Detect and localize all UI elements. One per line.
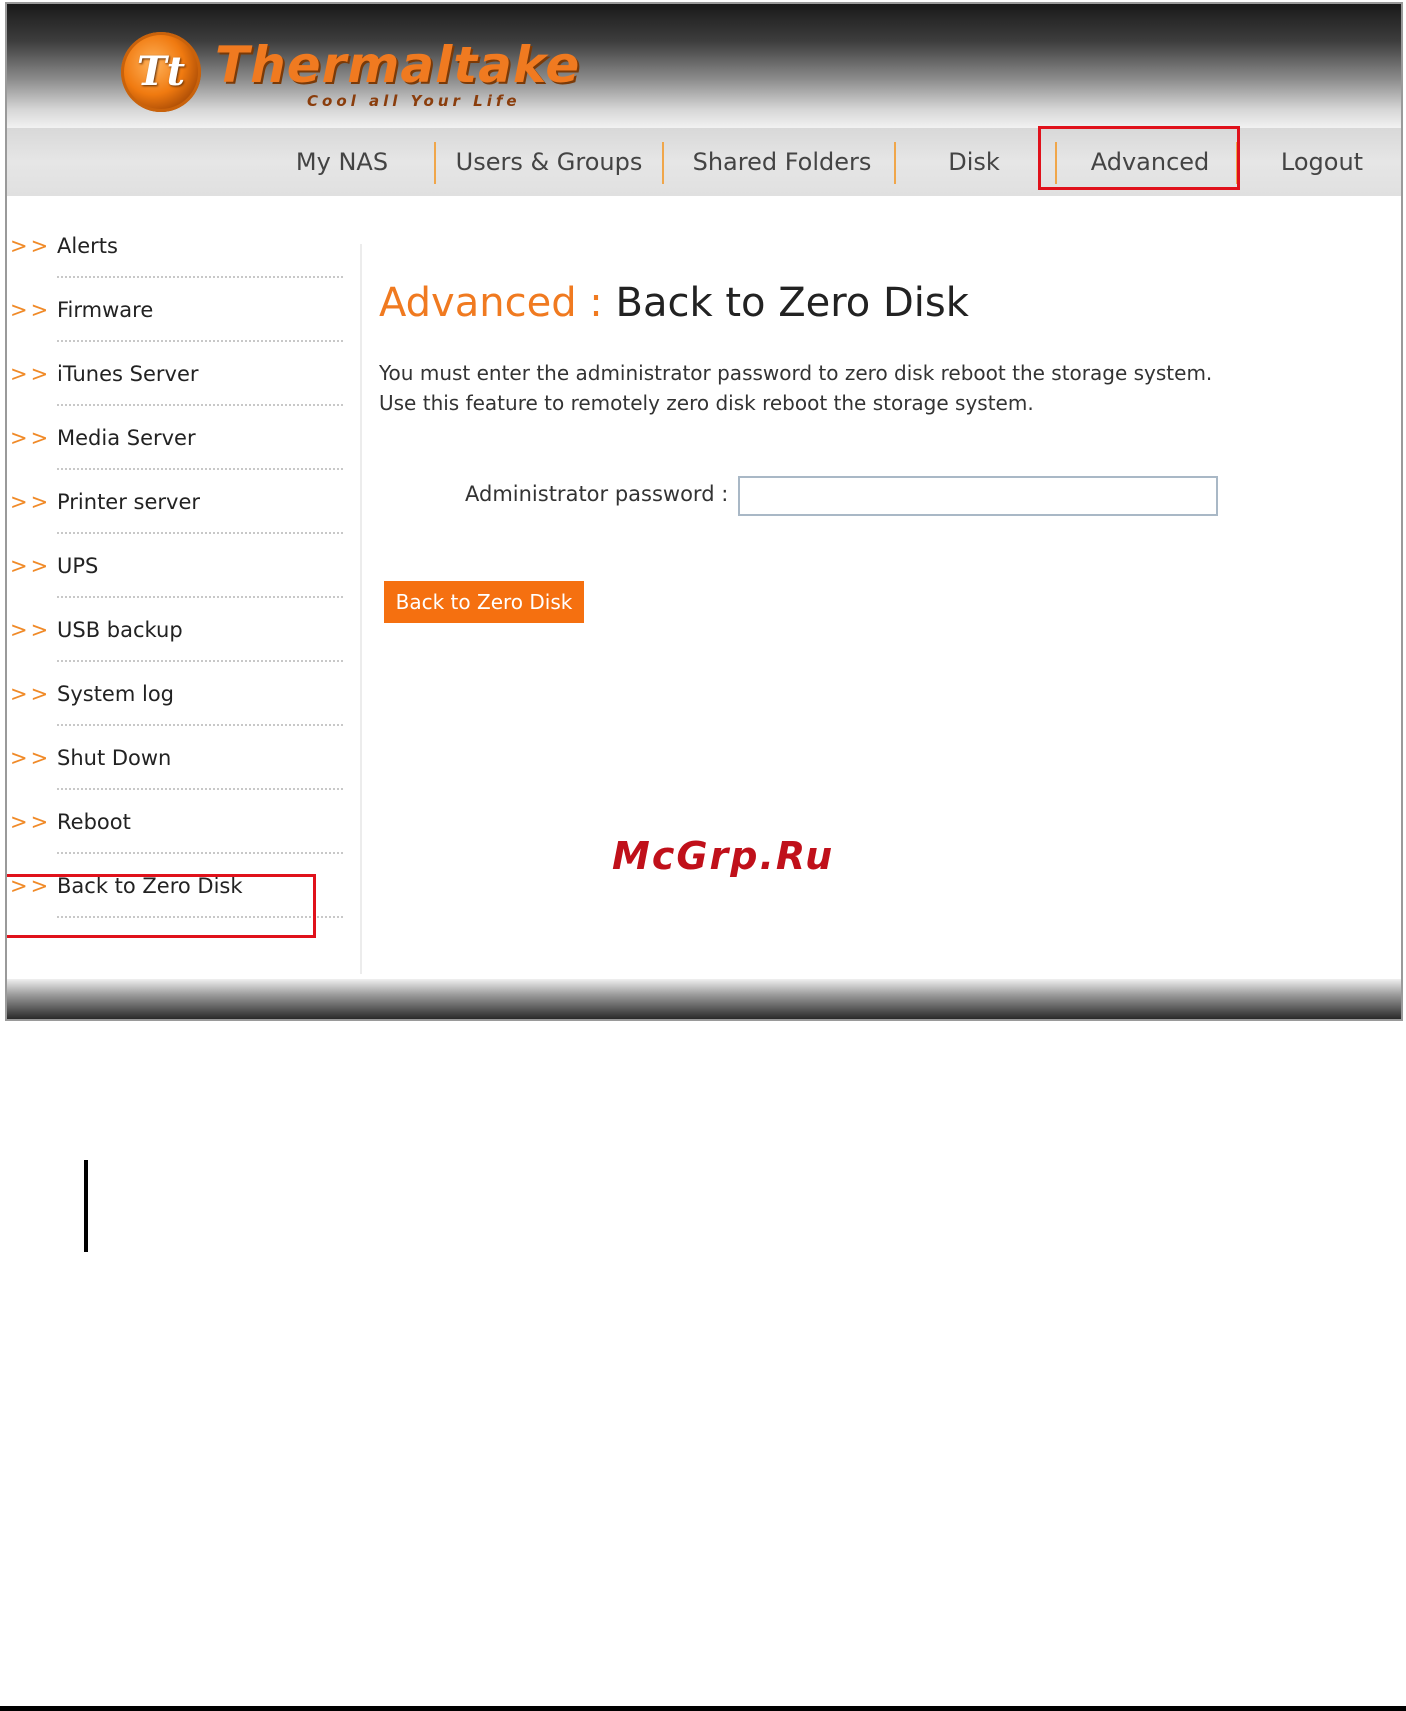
nav-shared-folders[interactable]: Shared Folders xyxy=(672,128,892,196)
nav-separator xyxy=(894,142,896,184)
page-bottom-rule xyxy=(0,1706,1406,1711)
nav-logout[interactable]: Logout xyxy=(1247,128,1397,196)
nav-my-nas[interactable]: My NAS xyxy=(257,128,427,196)
sidebar-item-label: USB backup xyxy=(57,618,183,642)
password-label: Administrator password : xyxy=(465,482,729,506)
description-line-2: Use this feature to remotely zero disk r… xyxy=(379,391,1034,415)
document-change-bar xyxy=(84,1160,88,1252)
nas-admin-window: Tt Thermaltake Cool all Your Life My NAS… xyxy=(5,2,1403,1021)
sidebar-arrow: >> xyxy=(10,490,52,514)
sidebar-item-label: System log xyxy=(57,682,174,706)
sidebar-item-label: Reboot xyxy=(57,810,131,834)
sidebar-item-usb-backup[interactable]: >> USB backup xyxy=(7,618,347,682)
sidebar-item-reboot[interactable]: >> Reboot xyxy=(7,810,347,874)
sidebar-arrow: >> xyxy=(10,234,52,258)
sidebar-item-media-server[interactable]: >> Media Server xyxy=(7,426,347,490)
footer-bar xyxy=(7,979,1401,1019)
sidebar-item-shut-down[interactable]: >> Shut Down xyxy=(7,746,347,810)
logo-tagline: Cool all Your Life xyxy=(307,92,521,110)
page-title-name: Back to Zero Disk xyxy=(615,280,969,326)
nav-advanced-highlight xyxy=(1038,126,1240,190)
watermark: McGrp.Ru xyxy=(612,834,835,878)
sidebar-arrow: >> xyxy=(10,810,52,834)
sidebar-divider xyxy=(57,660,343,662)
content-divider xyxy=(360,244,362,974)
sidebar-item-alerts[interactable]: >> Alerts xyxy=(7,234,347,298)
sidebar-item-firmware[interactable]: >> Firmware xyxy=(7,298,347,362)
sidebar-item-label: Shut Down xyxy=(57,746,172,770)
admin-password-input[interactable] xyxy=(738,476,1218,516)
sidebar-item-label: iTunes Server xyxy=(57,362,199,386)
sidebar-item-label: Alerts xyxy=(57,234,118,258)
sidebar-divider xyxy=(57,340,343,342)
nav-disk[interactable]: Disk xyxy=(904,128,1044,196)
sidebar-divider xyxy=(57,404,343,406)
sidebar-selected-highlight xyxy=(7,874,316,938)
sidebar-divider xyxy=(57,468,343,470)
sidebar-divider xyxy=(57,276,343,278)
sidebar-item-printer-server[interactable]: >> Printer server xyxy=(7,490,347,554)
sidebar-divider xyxy=(57,724,343,726)
logo-mark-icon: Tt xyxy=(121,32,201,112)
sidebar-item-label: UPS xyxy=(57,554,99,578)
nav-users-groups[interactable]: Users & Groups xyxy=(444,128,654,196)
sidebar-arrow: >> xyxy=(10,298,52,322)
sidebar-arrow: >> xyxy=(10,682,52,706)
page-description: You must enter the administrator passwor… xyxy=(379,358,1212,418)
sidebar-item-ups[interactable]: >> UPS xyxy=(7,554,347,618)
thermaltake-logo: Tt Thermaltake Cool all Your Life xyxy=(117,26,587,116)
sidebar-divider xyxy=(57,532,343,534)
back-to-zero-disk-button[interactable]: Back to Zero Disk xyxy=(384,581,584,623)
sidebar-item-system-log[interactable]: >> System log xyxy=(7,682,347,746)
nav-separator xyxy=(662,142,664,184)
sidebar-divider xyxy=(57,852,343,854)
page-title-section: Advanced : xyxy=(379,280,603,326)
sidebar-divider xyxy=(57,788,343,790)
sidebar-divider xyxy=(57,596,343,598)
header-banner: Tt Thermaltake Cool all Your Life xyxy=(7,4,1401,128)
logo-wordmark: Thermaltake xyxy=(215,36,581,94)
nav-separator xyxy=(434,142,436,184)
sidebar-item-label: Printer server xyxy=(57,490,201,514)
sidebar-item-label: Media Server xyxy=(57,426,196,450)
description-line-1: You must enter the administrator passwor… xyxy=(379,361,1213,385)
sidebar-item-itunes-server[interactable]: >> iTunes Server xyxy=(7,362,347,426)
sidebar-item-label: Firmware xyxy=(57,298,154,322)
sidebar-arrow: >> xyxy=(10,426,52,450)
logo-mark-text: Tt xyxy=(136,48,186,95)
page-title: Advanced : Back to Zero Disk xyxy=(379,280,969,326)
sidebar-arrow: >> xyxy=(10,746,52,770)
sidebar-arrow: >> xyxy=(10,362,52,386)
sidebar-arrow: >> xyxy=(10,618,52,642)
sidebar-arrow: >> xyxy=(10,554,52,578)
